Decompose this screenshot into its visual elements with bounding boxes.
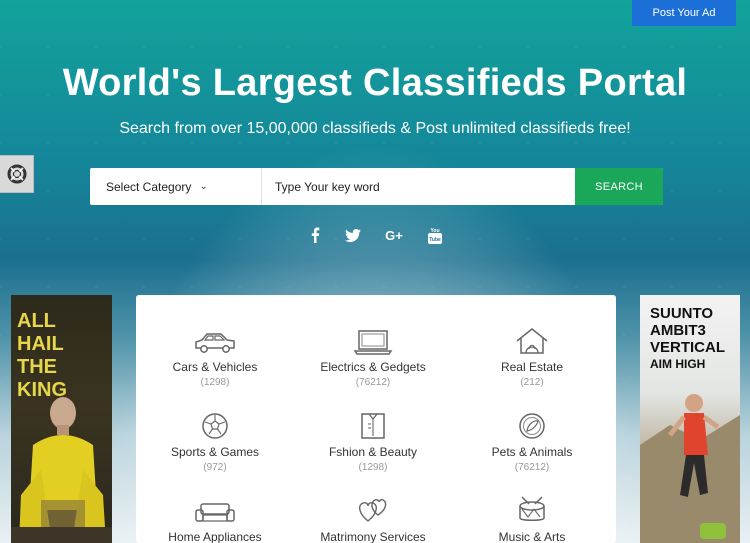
category-name: Fshion & Beauty — [328, 445, 418, 459]
category-item[interactable]: Electrics & Gedgets (76212) — [303, 325, 443, 388]
category-item[interactable]: Home Appliances — [145, 495, 285, 543]
facebook-icon[interactable] — [307, 226, 323, 244]
search-button[interactable]: SEARCH — [575, 168, 663, 205]
category-name: Music & Arts — [498, 530, 566, 543]
category-item[interactable]: Pets & Animals (76212) — [462, 410, 602, 473]
right-ad-text: SUUNTO AMBIT3 VERTICAL AIM HIGH — [650, 305, 725, 373]
category-name: Pets & Animals — [491, 445, 573, 459]
help-tab[interactable] — [0, 155, 34, 193]
twitter-icon[interactable] — [345, 226, 361, 244]
category-item[interactable]: Sports & Games (972) — [145, 410, 285, 473]
category-count: (76212) — [514, 462, 550, 473]
soccer-ball-icon — [202, 413, 228, 439]
categories-panel: Cars & Vehicles (1298) Electrics & Gedge… — [136, 295, 616, 543]
category-item[interactable]: Cars & Vehicles (1298) — [145, 325, 285, 388]
shirt-icon — [361, 413, 385, 439]
category-count: (212) — [520, 377, 544, 388]
keyword-input[interactable] — [262, 168, 575, 205]
category-count: (76212) — [355, 377, 391, 388]
category-count: (1298) — [358, 462, 388, 473]
category-count: (972) — [203, 462, 227, 473]
category-item[interactable]: Matrimony Services — [303, 495, 443, 543]
house-icon — [516, 328, 548, 354]
category-item[interactable]: Fshion & Beauty (1298) — [303, 410, 443, 473]
lifebuoy-icon — [7, 164, 26, 184]
man-in-hazmat-suit-image — [11, 397, 112, 543]
category-name: Electrics & Gedgets — [320, 360, 426, 374]
post-your-ad-button[interactable]: Post Your Ad — [632, 0, 736, 26]
category-name: Real Estate — [500, 360, 564, 374]
page-title: World's Largest Classifieds Portal — [62, 62, 688, 104]
category-name: Matrimony Services — [320, 530, 426, 543]
hearts-icon — [359, 499, 387, 522]
category-name: Sports & Games — [170, 445, 260, 459]
social-links: G+ You Tube — [0, 226, 750, 244]
right-ad-line-2: AMBIT3 — [650, 322, 706, 339]
right-ad-tagline: AIM HIGH — [650, 357, 706, 371]
category-name: Cars & Vehicles — [172, 360, 258, 374]
search-bar: Select Category ⌄ SEARCH — [90, 168, 663, 205]
youtube-icon[interactable]: You Tube — [427, 226, 443, 244]
pet-icon — [519, 413, 545, 439]
right-ad-line-1: SUUNTO — [650, 305, 714, 322]
category-name: Home Appliances — [168, 530, 262, 543]
category-select-label: Select Category — [106, 179, 192, 194]
svg-text:You: You — [430, 228, 439, 234]
category-count: (1298) — [200, 377, 230, 388]
svg-text:Tube: Tube — [429, 237, 441, 243]
category-item[interactable]: Music & Arts — [462, 495, 602, 543]
car-icon — [195, 333, 235, 353]
page-subtitle: Search from over 15,00,000 classifieds &… — [119, 120, 631, 137]
sofa-icon — [195, 503, 235, 522]
drum-icon — [519, 496, 545, 521]
google-plus-icon[interactable]: G+ — [383, 226, 405, 244]
category-item[interactable]: Real Estate (212) — [462, 325, 602, 388]
right-ad-line-3: VERTICAL — [650, 339, 725, 356]
right-banner-ad[interactable]: SUUNTO AMBIT3 VERTICAL AIM HIGH — [640, 295, 740, 543]
category-select[interactable]: Select Category ⌄ — [90, 168, 262, 205]
chevron-down-icon: ⌄ — [199, 181, 208, 192]
laptop-icon — [353, 330, 393, 355]
left-banner-ad[interactable]: ALL HAIL THE KING — [11, 295, 112, 543]
